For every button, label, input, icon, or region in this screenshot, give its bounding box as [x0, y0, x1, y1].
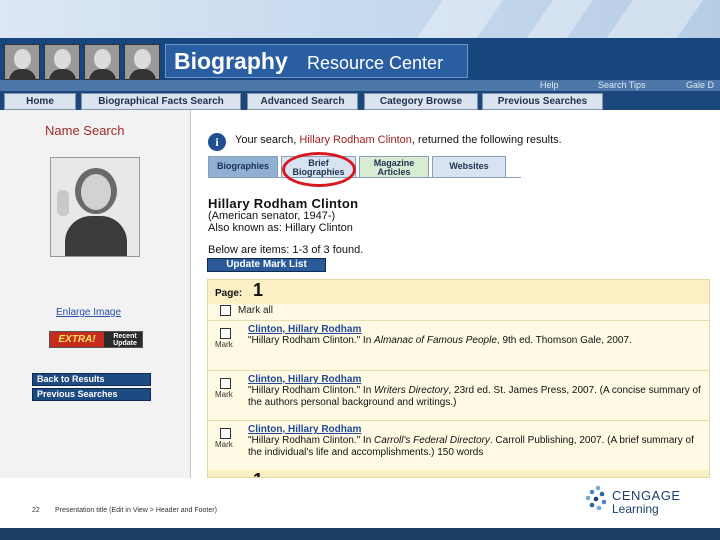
- tab-biographies[interactable]: Biographies: [208, 156, 278, 177]
- tab-websites[interactable]: Websites: [432, 156, 506, 177]
- mark-all-row: Mark all: [208, 304, 709, 320]
- page-row-bottom: Page: 1: [208, 470, 709, 477]
- tab-magazine-line2: Articles: [377, 167, 411, 177]
- help-link[interactable]: Help: [540, 80, 559, 91]
- back-to-results-button[interactable]: Back to Results: [32, 373, 151, 386]
- items-found-text: Below are items: 1-3 of 3 found.: [208, 244, 364, 256]
- list-item: Mark Clinton, Hillary Rodham "Hillary Ro…: [208, 420, 709, 470]
- slide-footer-text: Presentation title (Edit in View > Heade…: [55, 507, 217, 514]
- badge-recent-label: Recent Update: [113, 333, 137, 347]
- nav-tab-category-browse[interactable]: Category Browse: [364, 93, 478, 110]
- result-title-link[interactable]: Clinton, Hillary Rodham: [248, 324, 361, 335]
- nav-tab-previous-searches[interactable]: Previous Searches: [482, 93, 603, 110]
- main-nav: Home Biographical Facts Search Advanced …: [0, 91, 720, 110]
- portrait-thumbnail: [124, 44, 160, 81]
- brand-word-learning: Learning: [612, 502, 659, 516]
- search-tips-link[interactable]: Search Tips: [598, 80, 646, 91]
- site-banner: Biography Resource Center: [0, 38, 720, 81]
- list-item: Mark Clinton, Hillary Rodham "Hillary Ro…: [208, 320, 709, 370]
- search-summary: Your search, Hillary Rodham Clinton, ret…: [235, 134, 562, 146]
- name-search-heading: Name Search: [45, 123, 125, 138]
- page-label: Page:: [215, 288, 243, 299]
- summary-suffix: , returned the following results.: [411, 134, 562, 146]
- portrait-thumbnail: [4, 44, 40, 81]
- sidebar: Name Search Enlarge Image EXTRA! Recent …: [0, 110, 191, 478]
- info-icon: i: [208, 133, 226, 151]
- summary-prefix: Your search,: [235, 134, 297, 146]
- tabs-divider: [208, 177, 521, 178]
- person-aka: Also known as: Hillary Clinton: [208, 222, 353, 234]
- site-logo[interactable]: Biography Resource Center: [165, 44, 468, 78]
- previous-searches-button[interactable]: Previous Searches: [32, 388, 151, 401]
- mark-label: Mark: [215, 390, 233, 399]
- portrait-thumbnail: [84, 44, 120, 81]
- person-name-heading: Hillary Rodham Clinton: [208, 196, 359, 211]
- utility-bar: Help Search Tips Gale D: [0, 80, 720, 91]
- mark-label: Mark: [215, 340, 233, 349]
- mark-all-checkbox[interactable]: [220, 305, 231, 316]
- mark-checkbox[interactable]: [220, 428, 231, 439]
- list-item: Mark Clinton, Hillary Rodham "Hillary Ro…: [208, 370, 709, 420]
- person-photo[interactable]: [50, 157, 140, 257]
- results-panel: i Your search, Hillary Rodham Clinton, r…: [192, 110, 720, 478]
- nav-tab-home[interactable]: Home: [4, 93, 76, 110]
- gale-link[interactable]: Gale D: [686, 80, 714, 91]
- result-citation: "Hillary Rodham Clinton." In Writers Dir…: [248, 385, 701, 408]
- page-row-top: Page: 1: [208, 280, 709, 304]
- nav-tab-biographical-facts-search[interactable]: Biographical Facts Search: [81, 93, 241, 110]
- tab-magazine-articles[interactable]: Magazine Articles: [359, 156, 429, 177]
- browser-screenshot: Biography Resource Center Help Search Ti…: [0, 38, 720, 478]
- badge-extra-label: EXTRA!: [50, 332, 104, 347]
- mark-label: Mark: [215, 440, 233, 449]
- nav-tab-advanced-search[interactable]: Advanced Search: [247, 93, 358, 110]
- logo-title: Biography: [174, 48, 288, 74]
- result-title-link[interactable]: Clinton, Hillary Rodham: [248, 424, 361, 435]
- extra-recent-update-badge: EXTRA! Recent Update: [49, 331, 143, 348]
- mark-checkbox[interactable]: [220, 378, 231, 389]
- cengage-dots-icon: [585, 485, 607, 511]
- cengage-learning-logo: CENGAGE Learning: [584, 484, 696, 520]
- page-number[interactable]: 1: [253, 280, 263, 301]
- enlarge-image-link[interactable]: Enlarge Image: [56, 307, 121, 318]
- page-number[interactable]: 1: [253, 470, 263, 477]
- person-lifespan: (American senator, 1947-): [208, 210, 336, 222]
- mark-all-label: Mark all: [238, 305, 274, 316]
- slide-header-band: [0, 0, 720, 38]
- logo-subtitle: Resource Center: [307, 53, 444, 73]
- result-citation: "Hillary Rodham Clinton." In Carroll's F…: [248, 435, 694, 458]
- mark-checkbox[interactable]: [220, 328, 231, 339]
- slide-footer-band: [0, 528, 720, 540]
- update-mark-list-button[interactable]: Update Mark List: [207, 258, 326, 272]
- slide-number: 22: [32, 507, 40, 514]
- result-citation: "Hillary Rodham Clinton." In Almanac of …: [248, 335, 632, 346]
- result-title-link[interactable]: Clinton, Hillary Rodham: [248, 374, 361, 385]
- summary-name: Hillary Rodham Clinton: [299, 134, 412, 146]
- portrait-thumbnail: [44, 44, 80, 81]
- brand-word-cengage: CENGAGE: [612, 488, 681, 503]
- highlight-circle: [282, 152, 356, 187]
- results-list: Page: 1 Mark all Mark Clinton, Hillary R…: [207, 279, 710, 478]
